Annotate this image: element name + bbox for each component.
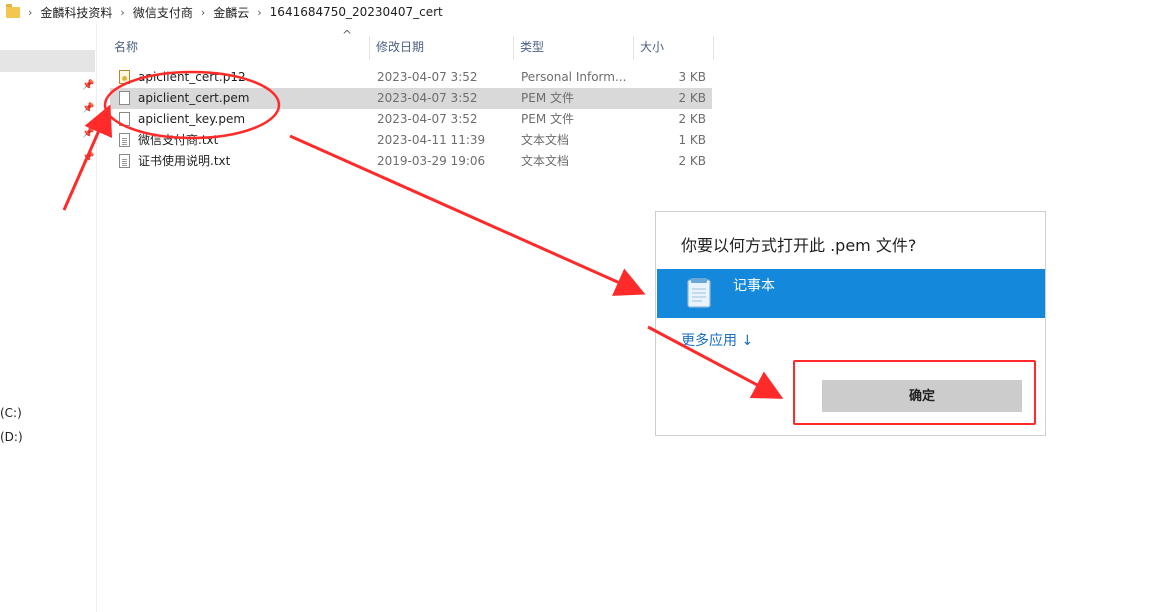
breadcrumb-item[interactable]: 金麟科技资料 <box>40 4 112 21</box>
file-row[interactable]: apiclient_key.pem 2023-04-07 3:52 PEM 文件… <box>110 109 712 130</box>
breadcrumb-item[interactable]: 金麟云 <box>213 4 249 21</box>
app-option-label: 记事本 <box>733 278 775 294</box>
pin-icon[interactable]: 📌 <box>82 81 94 91</box>
file-type: 文本文档 <box>521 133 570 147</box>
drive-c[interactable]: (C:) <box>0 406 22 420</box>
file-size: 1 KB <box>678 133 706 147</box>
column-header-date[interactable]: 修改日期 <box>370 36 514 60</box>
file-row[interactable]: 微信支付商.txt 2023-04-11 11:39 文本文档 1 KB <box>110 130 712 151</box>
highlight-box <box>793 360 1036 425</box>
folder-icon <box>6 3 20 18</box>
text-file-icon <box>119 133 130 147</box>
file-icon <box>119 91 130 105</box>
breadcrumb-item[interactable]: 1641684750_20230407_cert <box>270 5 443 19</box>
file-type: Personal Inform... <box>521 70 627 84</box>
file-row-selected[interactable]: apiclient_cert.pem 2023-04-07 3:52 PEM 文… <box>110 88 712 109</box>
file-name: 微信支付商.txt <box>138 133 219 147</box>
chevron-right-icon: › <box>28 5 33 19</box>
file-name: apiclient_cert.p12 <box>138 70 246 84</box>
file-date: 2023-04-07 3:52 <box>377 91 478 105</box>
breadcrumb[interactable]: › 金麟科技资料 › 微信支付商 › 金麟云 › 1641684750_2023… <box>0 0 1157 24</box>
column-header-name[interactable]: 名称 <box>108 36 370 60</box>
column-header-type[interactable]: 类型 <box>514 36 634 60</box>
file-date: 2023-04-07 3:52 <box>377 112 478 126</box>
file-type: PEM 文件 <box>521 91 574 105</box>
chevron-right-icon: › <box>200 5 206 19</box>
certificate-file-icon <box>119 70 130 84</box>
file-date: 2019-03-29 19:06 <box>377 154 486 168</box>
pin-icon[interactable]: 📌 <box>82 104 94 114</box>
file-name: apiclient_key.pem <box>138 112 246 126</box>
file-size: 2 KB <box>678 154 706 168</box>
file-row[interactable]: apiclient_cert.p12 2023-04-07 3:52 Perso… <box>110 67 712 88</box>
pin-icon[interactable]: 📌 <box>82 153 94 163</box>
notepad-icon <box>687 278 711 308</box>
file-size: 2 KB <box>678 91 706 105</box>
more-apps-link[interactable]: 更多应用 ↓ <box>681 330 753 350</box>
column-header-size[interactable]: 大小 <box>634 36 714 60</box>
file-name: apiclient_cert.pem <box>138 91 250 105</box>
column-header-row: ^ 名称 修改日期 类型 大小 <box>108 28 718 60</box>
file-size: 2 KB <box>678 112 706 126</box>
file-name: 证书使用说明.txt <box>138 154 231 168</box>
text-file-icon <box>119 154 130 168</box>
file-type: PEM 文件 <box>521 112 574 126</box>
chevron-right-icon: › <box>120 5 125 19</box>
file-date: 2023-04-07 3:52 <box>377 70 478 84</box>
file-type: 文本文档 <box>521 154 570 168</box>
dialog-title: 你要以何方式打开此 .pem 文件? <box>681 236 917 255</box>
chevron-right-icon: › <box>257 5 262 19</box>
file-date: 2023-04-11 11:39 <box>377 133 486 147</box>
file-size: 3 KB <box>678 70 706 84</box>
nav-item-selected[interactable] <box>0 50 95 72</box>
file-icon <box>119 112 130 126</box>
breadcrumb-item[interactable]: 微信支付商 <box>133 4 193 21</box>
app-option-notepad[interactable]: 记事本 <box>657 269 1045 318</box>
pin-icon[interactable]: 📌 <box>82 129 94 139</box>
navigation-pane[interactable]: 📌 📌 📌 📌 (C:) (D:) <box>0 24 97 612</box>
file-row[interactable]: 证书使用说明.txt 2019-03-29 19:06 文本文档 2 KB <box>110 151 712 172</box>
drive-d[interactable]: (D:) <box>0 430 23 444</box>
